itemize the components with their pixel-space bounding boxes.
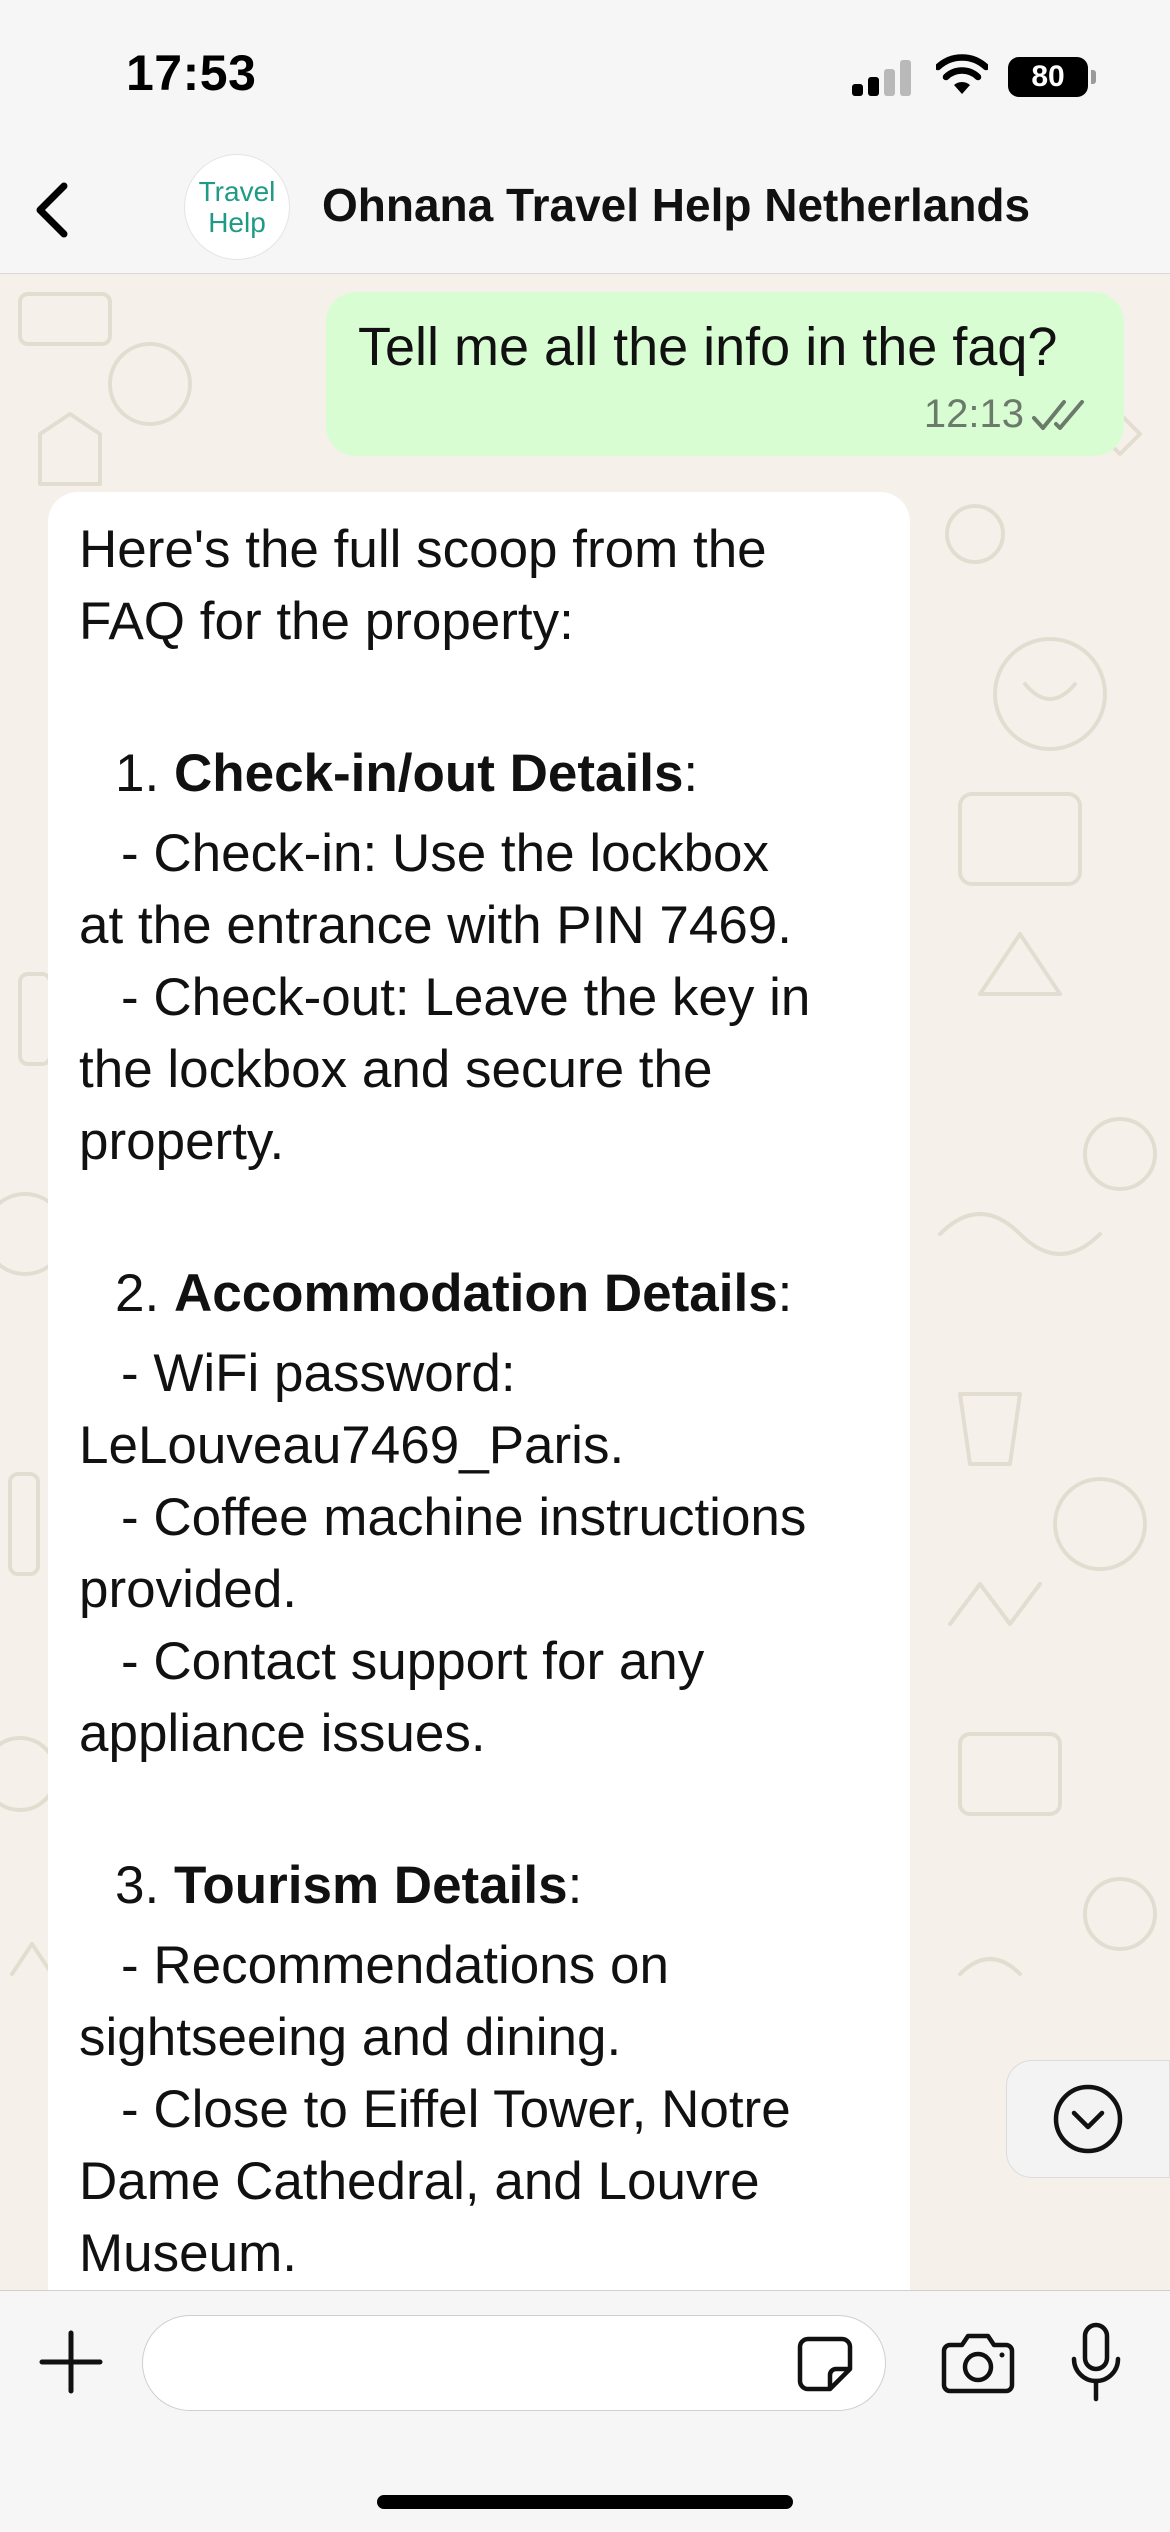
plus-button[interactable] [36, 2327, 106, 2397]
contact-name[interactable]: Ohnana Travel Help Netherlands [322, 178, 1030, 232]
message-composer [0, 2290, 1170, 2532]
section-colon: : [683, 744, 699, 803]
avatar-text-line1: Travel [198, 176, 276, 207]
section-number: 2. [115, 1264, 160, 1323]
back-button[interactable] [16, 170, 96, 250]
status-bar: 17:53 80 [0, 0, 1170, 150]
section-number: 1. [115, 744, 160, 803]
message-line: - Coffee machine instructions [121, 1488, 807, 1547]
message-line: Dame Cathedral, and Louvre [79, 2152, 760, 2211]
message-line: at the entrance with PIN 7469. [79, 896, 792, 955]
message-line: - Check-in: Use the lockbox [121, 824, 770, 883]
message-line: - Close to Eiffel Tower, Notre [121, 2080, 791, 2139]
signal-icon [852, 58, 914, 96]
message-line: the lockbox and secure the [79, 1040, 713, 1099]
sticker-icon [797, 2336, 853, 2392]
message-line: FAQ for the property: [79, 592, 574, 651]
scroll-to-bottom-button[interactable] [1006, 2060, 1170, 2178]
chat-area[interactable]: Tell me all the info in the faq? 12:13 H… [0, 274, 1170, 2290]
section-colon: : [567, 1856, 583, 1915]
camera-button[interactable] [940, 2331, 1016, 2395]
chevron-down-circle-icon [1053, 2084, 1123, 2154]
incoming-message[interactable]: Here's the full scoop from the FAQ for t… [48, 492, 910, 2290]
message-line: - Check-out: Leave the key in [121, 968, 811, 1027]
chat-header: Travel Help Ohnana Travel Help Netherlan… [0, 150, 1170, 274]
message-line: - WiFi password: [121, 1344, 516, 1403]
outgoing-message-text: Tell me all the info in the faq? [358, 317, 1058, 377]
message-line: - Recommendations on [121, 1936, 669, 1995]
message-line: Museum. [79, 2224, 297, 2283]
sticker-button[interactable] [796, 2335, 854, 2393]
section-heading: 1. Check-in/out Details: [79, 738, 899, 810]
outgoing-message-time: 12:13 [923, 392, 1024, 436]
section-heading: 2. Accommodation Details: [79, 1258, 899, 1330]
home-indicator [377, 2495, 793, 2509]
battery-icon: 80 [1008, 57, 1096, 97]
section-number: 3. [115, 1856, 160, 1915]
message-line: appliance issues. [79, 1704, 486, 1763]
message-line: sightseeing and dining. [79, 2008, 622, 2067]
message-line: - Contact support for any [121, 1632, 705, 1691]
message-line: Here's the full scoop from the [79, 520, 767, 579]
section-colon: : [777, 1264, 793, 1323]
section-heading: 3. Tourism Details: [79, 1850, 899, 1922]
chevron-left-icon [36, 182, 68, 238]
section-title: Check-in/out Details [173, 744, 684, 803]
message-line: provided. [79, 1560, 298, 1619]
plus-icon [39, 2330, 103, 2394]
incoming-message-body: Here's the full scoop from the FAQ for t… [79, 514, 899, 2290]
camera-icon [941, 2333, 1015, 2394]
microphone-button[interactable] [1066, 2321, 1126, 2405]
section-title: Accommodation Details [173, 1264, 778, 1323]
microphone-icon [1071, 2322, 1121, 2402]
message-line: property. [79, 1112, 285, 1171]
avatar[interactable]: Travel Help [184, 154, 290, 260]
message-input[interactable] [142, 2315, 886, 2411]
double-check-icon [1032, 400, 1084, 430]
section-title: Tourism Details [173, 1856, 568, 1915]
outgoing-message[interactable]: Tell me all the info in the faq? 12:13 [326, 292, 1124, 456]
message-line: LeLouveau7469_Paris. [79, 1416, 625, 1475]
wifi-icon [936, 54, 988, 94]
status-time: 17:53 [126, 45, 257, 101]
avatar-text-line2: Help [208, 207, 266, 238]
